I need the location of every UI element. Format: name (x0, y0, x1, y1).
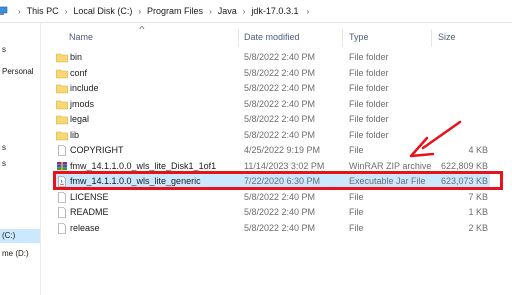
breadcrumb-this-pc[interactable]: This PC (27, 6, 59, 16)
file-name: release (70, 222, 100, 233)
file-date-modified: 5/8/2022 2:40 PM (244, 129, 316, 140)
breadcrumb-separator-icon: › (18, 6, 21, 16)
file-name: conf (70, 67, 88, 78)
folder-icon (56, 130, 68, 141)
file-name: COPYRIGHT (70, 145, 124, 155)
file-size: 4 KB (468, 145, 488, 155)
file-size: 622,809 KB (440, 160, 488, 171)
file-name: lib (70, 129, 80, 140)
column-header-row: Name Date modified Type Size (41, 29, 512, 47)
folder-row[interactable]: bin 5/8/2022 2:40 PM File folder (54, 50, 490, 65)
file-type: File (349, 191, 364, 202)
file-icon (56, 191, 68, 203)
file-type: File folder (349, 67, 389, 78)
file-date-modified: 5/8/2022 2:40 PM (244, 207, 316, 217)
file-type: File folder (349, 114, 389, 124)
file-date-modified: 4/25/2022 9:19 PM (244, 145, 321, 155)
file-date-modified: 7/22/2020 6:30 PM (244, 176, 321, 186)
nav-item[interactable]: s (0, 43, 40, 57)
file-row[interactable]: fmw_14.1.1.0.0_wls_lite_generic 7/22/2020… (54, 174, 490, 189)
column-header-type[interactable]: Type (349, 32, 369, 42)
file-date-modified: 5/8/2022 2:40 PM (244, 191, 316, 202)
column-divider[interactable] (342, 29, 343, 47)
nav-item-local-disk-c[interactable]: (C:) (0, 229, 40, 243)
breadcrumb-separator-icon: › (209, 6, 212, 16)
file-row[interactable]: release 5/8/2022 2:40 PM File 2 KB (54, 221, 490, 236)
file-date-modified: 5/8/2022 2:40 PM (244, 83, 316, 93)
breadcrumb-jdk[interactable]: jdk-17.0.3.1 (251, 6, 298, 16)
breadcrumb-separator-icon: › (138, 6, 142, 16)
nav-item[interactable]: s (0, 141, 40, 155)
column-header-name[interactable]: Name (69, 32, 93, 42)
breadcrumb-program-files[interactable]: Program Files (147, 6, 203, 16)
file-icon (56, 207, 68, 218)
file-name: LICENSE (70, 191, 109, 202)
navigation-pane[interactable]: s Personal s s (C:) me (D:) (0, 23, 41, 295)
file-type: File (349, 207, 364, 217)
file-row[interactable]: LICENSE 5/8/2022 2:40 PM File 7 KB (54, 190, 490, 205)
folder-row[interactable]: conf 5/8/2022 2:40 PM File folder (54, 66, 490, 81)
file-name: legal (70, 114, 90, 124)
file-size: 2 KB (468, 222, 488, 233)
java-jar-icon (56, 176, 68, 187)
folder-icon (56, 83, 68, 94)
file-row[interactable]: fmw_14.1.1.0.0_wls_lite_Disk1_1of1 11/14/… (54, 159, 490, 174)
file-name: include (70, 83, 99, 93)
file-icon (56, 145, 68, 156)
folder-icon (56, 68, 68, 79)
file-type: File (349, 145, 364, 155)
file-name: bin (70, 52, 83, 62)
nav-item-personal[interactable]: Personal (0, 65, 40, 79)
folder-icon (56, 52, 68, 63)
breadcrumb-dropdown-icon[interactable]: › (306, 7, 309, 16)
nav-item-volume-d[interactable]: me (D:) (0, 247, 40, 261)
file-type: File folder (349, 52, 389, 62)
folder-row[interactable]: jmods 5/8/2022 2:40 PM File folder (54, 97, 490, 112)
file-type: File folder (349, 129, 389, 140)
breadcrumb-separator-icon: › (242, 6, 246, 16)
file-name: fmw_14.1.1.0.0_wls_lite_Disk1_1of1 (70, 160, 217, 171)
file-size: 623,073 KB (440, 176, 488, 186)
annotation-arrow-icon (409, 120, 462, 158)
file-name: README (70, 207, 109, 217)
file-date-modified: 5/8/2022 2:40 PM (244, 98, 316, 109)
file-type: File (349, 222, 364, 233)
file-name: fmw_14.1.1.0.0_wls_lite_generic (70, 176, 201, 186)
file-type: File folder (349, 98, 389, 109)
file-size: 7 KB (468, 191, 488, 202)
file-icon (56, 222, 68, 234)
file-row[interactable]: README 5/8/2022 2:40 PM File 1 KB (54, 205, 490, 220)
column-header-size[interactable]: Size (438, 32, 456, 42)
file-date-modified: 5/8/2022 2:40 PM (244, 67, 316, 78)
file-date-modified: 11/14/2023 3:02 PM (244, 160, 325, 171)
column-divider[interactable] (431, 29, 432, 47)
file-size: 1 KB (468, 207, 488, 217)
file-date-modified: 5/8/2022 2:40 PM (244, 52, 316, 62)
folder-row[interactable]: include 5/8/2022 2:40 PM File folder (54, 81, 490, 96)
breadcrumb-local-disk[interactable]: Local Disk (C:) (73, 6, 132, 16)
column-divider[interactable] (238, 29, 239, 47)
column-header-date[interactable]: Date modified (244, 32, 300, 42)
file-date-modified: 5/8/2022 2:40 PM (244, 114, 316, 124)
file-date-modified: 5/8/2022 2:40 PM (244, 222, 316, 233)
file-name: jmods (70, 98, 95, 109)
file-type: WinRAR ZIP archive (349, 160, 432, 171)
folder-icon (56, 99, 68, 110)
address-bar[interactable]: › This PC › Local Disk (C:) › Program Fi… (0, 0, 512, 23)
breadcrumb-separator-icon: › (64, 6, 68, 16)
file-type: Executable Jar File (349, 176, 426, 186)
pc-icon (0, 6, 8, 16)
nav-item[interactable]: s (0, 157, 40, 171)
breadcrumb-java[interactable]: Java (218, 6, 237, 16)
folder-icon (56, 114, 68, 125)
file-type: File folder (349, 83, 389, 93)
winrar-zip-icon (56, 161, 68, 172)
